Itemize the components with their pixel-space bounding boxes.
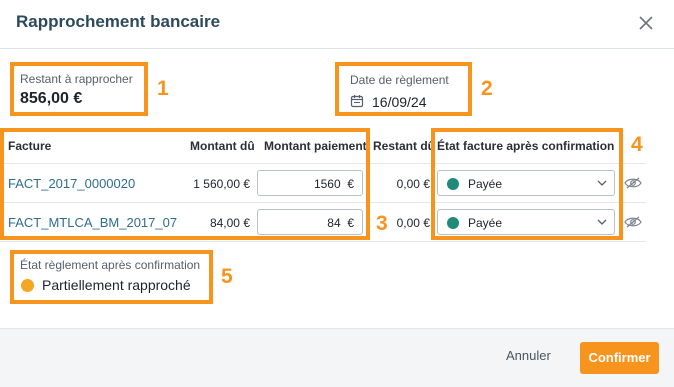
table-bottom-divider <box>0 241 646 242</box>
annotation-number-5: 5 <box>221 265 233 288</box>
cancel-button[interactable]: Annuler <box>506 348 551 363</box>
annotation-box-3 <box>0 128 370 240</box>
restant-value: 856,00 € <box>20 90 83 107</box>
title-divider <box>0 48 674 49</box>
reglement-value: Partiellement rapproché <box>42 277 191 293</box>
eye-slash-icon[interactable] <box>624 215 642 229</box>
close-icon[interactable] <box>636 13 656 33</box>
annotation-number-1: 1 <box>157 77 169 100</box>
dialog-footer <box>0 328 674 387</box>
reglement-label: État règlement après confirmation <box>20 258 201 272</box>
status-partial-dot <box>21 279 34 292</box>
dialog-title: Rapprochement bancaire <box>16 12 221 31</box>
restant-cell: 0,00 € <box>396 177 430 191</box>
confirm-button[interactable]: Confirmer <box>580 342 659 374</box>
eye-slash-icon[interactable] <box>624 176 642 190</box>
annotation-number-2: 2 <box>481 77 493 100</box>
annotation-number-3: 3 <box>376 212 388 235</box>
date-label: Date de règlement <box>350 73 449 87</box>
annotation-number-4: 4 <box>631 133 643 156</box>
calendar-icon[interactable] <box>350 94 364 108</box>
header-restant-du: Restant dû <box>373 139 436 153</box>
date-value[interactable]: 16/09/24 <box>372 94 427 110</box>
restant-label: Restant à rapprocher <box>20 72 133 86</box>
annotation-box-4 <box>431 128 623 240</box>
